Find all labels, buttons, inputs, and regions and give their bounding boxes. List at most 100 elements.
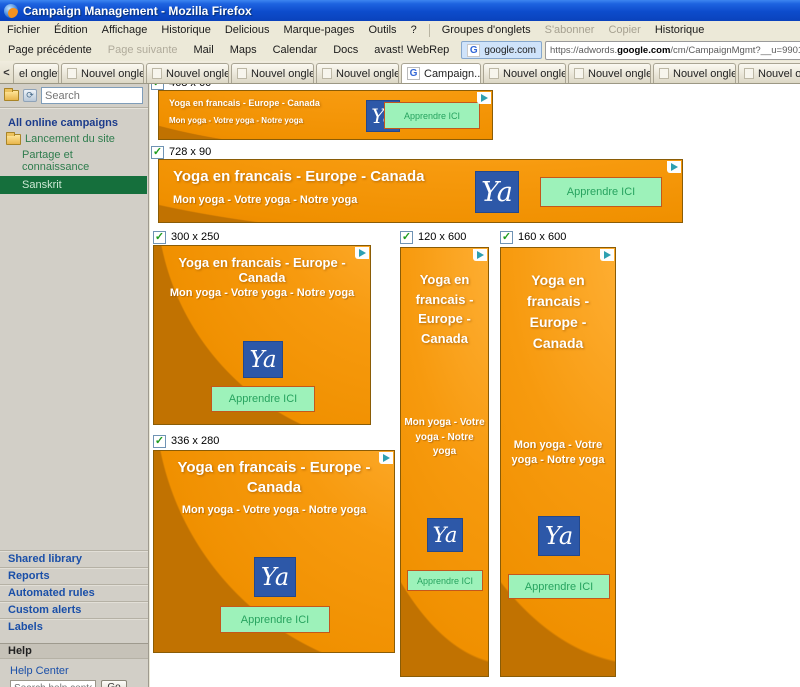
menu-help[interactable]: ?: [404, 24, 424, 36]
google-icon: G: [467, 44, 480, 57]
nav-calendar[interactable]: Calendar: [265, 44, 326, 56]
ad-size-label-336x280: ✓ 336 x 280: [153, 434, 219, 448]
adchoices-icon[interactable]: [379, 452, 393, 464]
help-search-input[interactable]: [10, 680, 96, 687]
link-shared-library[interactable]: Shared library: [0, 550, 148, 567]
menu-outils[interactable]: Outils: [361, 24, 403, 36]
apprendre-ici-button[interactable]: Apprendre ICI: [220, 606, 330, 633]
link-custom-alerts[interactable]: Custom alerts: [0, 601, 148, 618]
page-icon: [574, 68, 584, 79]
apprendre-ici-button[interactable]: Apprendre ICI: [540, 177, 662, 207]
nav-page-precedente[interactable]: Page précédente: [0, 44, 100, 56]
tab-label: Nouvel onglet: [81, 68, 144, 80]
ya-logo: Ya: [427, 518, 463, 552]
adchoices-icon[interactable]: [355, 247, 369, 259]
ad-subtitle: Mon yoga - Votre yoga - Notre yoga: [173, 194, 357, 206]
nav-mail[interactable]: Mail: [186, 44, 222, 56]
tab-nouvel-onglet-7[interactable]: Nouvel onglet: [653, 63, 736, 83]
apprendre-ici-button[interactable]: Apprendre ICI: [384, 102, 480, 129]
menu-divider: [429, 24, 430, 37]
ya-logo: Ya: [538, 516, 580, 556]
tab-nouvel-onglet-1[interactable]: Nouvel onglet: [61, 63, 144, 83]
checkbox-120x600[interactable]: ✓: [400, 231, 413, 244]
menu-marque-pages[interactable]: Marque-pages: [277, 24, 362, 36]
ad-subtitle: Mon yoga - Votre yoga - Notre yoga: [505, 438, 611, 469]
tab-label: Nouvel onglet: [336, 68, 399, 80]
url-prefix: https://adwords.: [550, 45, 617, 56]
menu-historique[interactable]: Historique: [154, 24, 218, 36]
adchoices-icon[interactable]: [600, 249, 614, 261]
tab-nouvel-onglet-8[interactable]: Nouvel onglet: [738, 63, 800, 83]
ad-subtitle: Mon yoga - Votre yoga - Notre yoga: [154, 504, 394, 516]
sidebar-search-input[interactable]: [41, 87, 143, 104]
size-text: 120 x 600: [418, 231, 466, 243]
ad-size-label-160x600: ✓ 160 x 600: [500, 230, 566, 244]
menu-fichier[interactable]: Fichier: [0, 24, 47, 36]
help-panel: Help Help Center Go: [0, 643, 148, 687]
ad-title: Yoga en francais - Europe - Canada: [173, 168, 424, 185]
apprendre-ici-button[interactable]: Apprendre ICI: [508, 574, 610, 599]
apprendre-ici-button[interactable]: Apprendre ICI: [211, 386, 315, 412]
ya-logo: Ya: [475, 171, 519, 213]
window-title: Campaign Management - Mozilla Firefox: [23, 4, 252, 18]
help-center-link[interactable]: Help Center: [0, 659, 148, 680]
check-icon: ✓: [402, 232, 411, 243]
ad-preview-content: ✓ 468 x 60 Yoga en francais - Europe - C…: [150, 84, 800, 687]
new-folder-icon[interactable]: [4, 90, 19, 101]
checkbox-300x250[interactable]: ✓: [153, 231, 166, 244]
link-reports[interactable]: Reports: [0, 567, 148, 584]
tab-nouvel-onglet-5[interactable]: Nouvel onglet: [483, 63, 566, 83]
tab-partial-left[interactable]: el onglet: [13, 63, 59, 83]
tab-nouvel-onglet-2[interactable]: Nouvel onglet: [146, 63, 229, 83]
ad-subtitle: Mon yoga - Votre yoga - Notre yoga: [154, 287, 370, 299]
apprendre-ici-button[interactable]: Apprendre ICI: [407, 570, 483, 591]
url-domain: google.com: [617, 45, 670, 56]
tab-campaign-active[interactable]: G Campaign... ×: [401, 63, 481, 83]
checkbox-160x600[interactable]: ✓: [500, 231, 513, 244]
check-icon: ✓: [502, 232, 511, 243]
search-engine-box[interactable]: G google.com: [461, 41, 542, 59]
tree-campaign-partage[interactable]: Partage et connaissance: [0, 147, 148, 176]
tree-all-campaigns[interactable]: All online campaigns: [0, 115, 148, 131]
nav-docs[interactable]: Docs: [325, 44, 366, 56]
folder-icon: [6, 134, 21, 145]
tab-label: Nouvel onglet: [166, 68, 229, 80]
checkbox-336x280[interactable]: ✓: [153, 435, 166, 448]
ad-preview-120x600: Yoga en francais - Europe - Canada Mon y…: [400, 247, 489, 677]
tab-nouvel-onglet-6[interactable]: Nouvel onglet: [568, 63, 651, 83]
ad-size-label-120x600: ✓ 120 x 600: [400, 230, 466, 244]
tree-campaign-sanskrit-selected[interactable]: Sanskrit: [0, 176, 147, 194]
menu-edition[interactable]: Édition: [47, 24, 95, 36]
size-text: 468 x 60: [169, 84, 211, 89]
size-text: 336 x 280: [171, 435, 219, 447]
ad-size-label-300x250: ✓ 300 x 250: [153, 230, 219, 244]
checkbox-728x90[interactable]: ✓: [151, 146, 164, 159]
tab-nouvel-onglet-3[interactable]: Nouvel onglet: [231, 63, 314, 83]
menu-delicious[interactable]: Delicious: [218, 24, 277, 36]
google-favicon: G: [407, 67, 420, 80]
navigation-toolbar: Page précédente Page suivante Mail Maps …: [0, 39, 800, 61]
nav-maps[interactable]: Maps: [222, 44, 265, 56]
size-text: 728 x 90: [169, 146, 211, 158]
adchoices-icon[interactable]: [473, 249, 487, 261]
adchoices-icon[interactable]: [477, 92, 491, 104]
ad-subtitle: Mon yoga - Votre yoga - Notre yoga: [169, 116, 303, 125]
menu-sabonner: S'abonner: [538, 24, 602, 36]
refresh-tree-icon[interactable]: ⟳: [23, 89, 37, 102]
tab-nouvel-onglet-4[interactable]: Nouvel onglet: [316, 63, 399, 83]
link-automated-rules[interactable]: Automated rules: [0, 584, 148, 601]
tab-scroll-left-icon[interactable]: <: [0, 63, 13, 83]
link-labels[interactable]: Labels: [0, 618, 148, 635]
nav-avast-webrep[interactable]: avast! WebRep: [366, 44, 457, 56]
menu-affichage[interactable]: Affichage: [95, 24, 155, 36]
tree-folder-lancement[interactable]: Lancement du site: [0, 131, 148, 147]
help-go-button[interactable]: Go: [101, 680, 127, 687]
menu-historique-2[interactable]: Historique: [648, 24, 712, 36]
checkbox-468x60[interactable]: ✓: [151, 84, 164, 90]
menu-groupes-onglets[interactable]: Groupes d'onglets: [435, 24, 538, 36]
ad-preview-336x280: Yoga en francais - Europe - Canada Mon y…: [153, 450, 395, 653]
ad-title: Yoga en francais - Europe - Canada: [160, 458, 388, 499]
url-bar[interactable]: https://adwords.google.com/cm/CampaignMg…: [545, 41, 800, 60]
adchoices-icon[interactable]: [667, 161, 681, 173]
page-icon: [237, 68, 247, 79]
